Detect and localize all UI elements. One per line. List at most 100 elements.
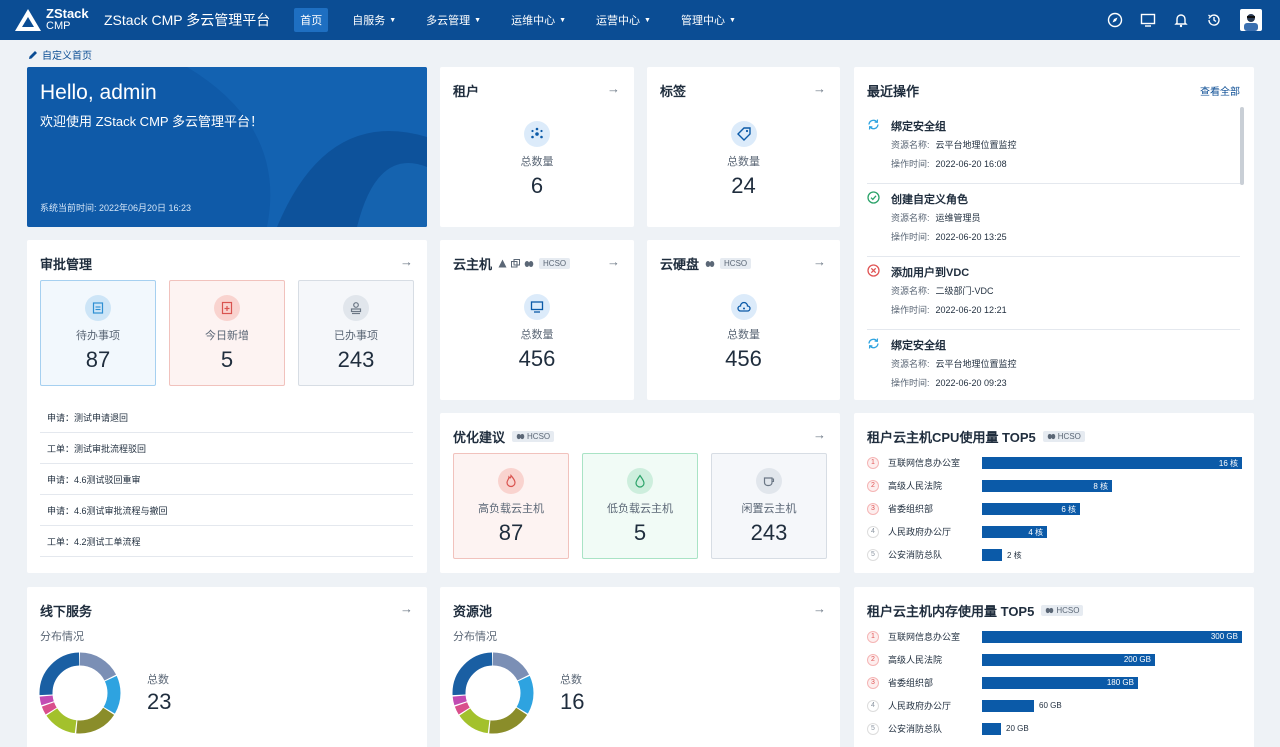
tenant-name: 省委组织部: [888, 504, 934, 514]
bar-track: 16 核: [982, 456, 1242, 469]
arrow-right-icon[interactable]: →: [607, 81, 620, 96]
check-circle-icon: [867, 191, 880, 204]
view-all-link[interactable]: 查看全部: [1200, 83, 1240, 98]
mem-top5-list: 1 互联网信息办公室 300 GB 2 高级人民法院 200 GB 3 省委组织部 180 GB…: [867, 625, 1242, 740]
nav-home[interactable]: 首页: [294, 8, 329, 32]
provider-badges: HCSO: [511, 431, 555, 442]
disk-card: 云硬盘 HCSO → 总数量 456: [647, 240, 840, 400]
box-today-new[interactable]: 今日新增 5: [169, 280, 285, 386]
huawei-icon: [1046, 607, 1054, 614]
box-done[interactable]: 已办事项 243: [298, 280, 414, 386]
cpu-top5-card: 租户云主机CPU使用量 TOP5 HCSO 1 互联网信息办公室 16 核 2 高级人民…: [854, 413, 1254, 573]
arrow-right-icon[interactable]: →: [400, 601, 413, 616]
drop-icon: [627, 468, 653, 494]
rank-badge: 5: [867, 548, 879, 561]
document-add-icon: [214, 295, 240, 321]
cpu-top5-list: 1 互联网信息办公室 16 核 2 高级人民法院 8 核 3 省委组织部 6 核 4 人民政府办公厅…: [867, 451, 1242, 566]
list-item[interactable]: 工单：测试审批流程驳回: [40, 433, 413, 464]
nav-ops-center[interactable]: 运维中心 ▼: [505, 8, 572, 32]
nav-multicloud[interactable]: 多云管理 ▼: [420, 8, 487, 32]
top5-row: 1 互联网信息办公室 16 核: [867, 451, 1242, 474]
stat-label: 总数量: [520, 329, 554, 341]
box-value: 5: [220, 347, 234, 372]
logo-line1: ZStack: [46, 6, 89, 21]
sync-icon: [867, 337, 880, 350]
top5-row: 4 人民政府办公厅 60 GB: [867, 694, 1242, 717]
recent-ops-list: 绑定安全组 资源名称: 云平台地理位置监控 操作时间: 2022-06-20 16:08…: [867, 111, 1240, 403]
scrollbar[interactable]: [1240, 107, 1244, 185]
app-title: ZStack CMP 多云管理平台: [104, 12, 271, 28]
box-value: 87: [498, 520, 524, 545]
recent-op-item[interactable]: 创建自定义角色 资源名称: 运维管理员 操作时间: 2022-06-20 13:25: [867, 184, 1240, 257]
tenant-name: 人民政府办公厅: [888, 701, 952, 711]
stat-value: 456: [518, 346, 556, 371]
box-pending[interactable]: 待办事项 87: [40, 280, 156, 386]
logo[interactable]: ZStack CMP: [14, 6, 100, 32]
box-high-load[interactable]: 高负载云主机 87: [453, 453, 569, 559]
recent-ops-card: 最近操作 查看全部 绑定安全组 资源名称: 云平台地理位置监控 操作时间: 2022-0…: [854, 67, 1254, 400]
arrow-right-icon[interactable]: →: [607, 254, 620, 269]
provider-badges: HCSO: [705, 258, 752, 269]
arrow-right-icon[interactable]: →: [813, 81, 826, 96]
box-idle[interactable]: 闲置云主机 243: [711, 453, 827, 559]
recent-op-item[interactable]: 添加用户到VDC 资源名称: 二级部门-VDC 操作时间: 2022-06-20 12:…: [867, 257, 1240, 330]
box-low-load[interactable]: 低负载云主机 5: [582, 453, 698, 559]
avatar[interactable]: [1240, 9, 1262, 31]
card-title: 租户云主机内存使用量 TOP5 HCSO: [867, 601, 1084, 620]
arrow-right-icon[interactable]: →: [400, 254, 413, 269]
tenant-name: 高级人民法院: [888, 481, 943, 491]
vm-card: 云主机 HCSO → 总数量 456: [440, 240, 634, 400]
stat-label: 总数量: [520, 156, 554, 168]
total-value: 16: [560, 689, 585, 714]
op-name: 绑定安全组: [891, 121, 946, 133]
card-title-text: 租户云主机CPU使用量 TOP5: [867, 430, 1036, 445]
hcso-badge: HCSO: [1042, 431, 1085, 442]
bell-icon[interactable]: [1172, 11, 1190, 29]
card-title: 云主机 HCSO: [453, 254, 571, 273]
card-title: 优化建议 HCSO: [453, 427, 555, 446]
welcome-banner: Hello, admin 欢迎使用 ZStack CMP 多云管理平台！ 系统当…: [27, 67, 427, 227]
tag-card: 标签 → 总数量 24: [647, 67, 840, 227]
hcso-badge: HCSO: [1041, 605, 1084, 616]
nav-operation-center[interactable]: 运营中心 ▼: [590, 8, 657, 32]
card-title: 云硬盘 HCSO: [660, 254, 752, 273]
recent-op-item[interactable]: 绑定安全组 资源名称: 云平台地理位置监控 操作时间: 2022-06-20 09:23: [867, 330, 1240, 403]
op-time: 操作时间: 2022-06-20 13:25: [891, 232, 1007, 242]
list-item[interactable]: 申请：4.6测试审批流程与撤回: [40, 495, 413, 526]
bar: [982, 722, 1001, 735]
clipboard-icon: [85, 295, 111, 321]
offline-service-card: 线下服务 → 分布情况 总数 23: [27, 587, 427, 747]
stat-value: 24: [731, 173, 756, 198]
mem-top5-card: 租户云主机内存使用量 TOP5 HCSO 1 互联网信息办公室 300 GB 2 高级人…: [854, 587, 1254, 747]
list-item[interactable]: 申请：4.6测试驳回重审: [40, 464, 413, 495]
bar-value: 300 GB: [1210, 631, 1238, 641]
hcso-badge: HCSO: [720, 258, 752, 269]
compass-icon[interactable]: [1106, 11, 1124, 29]
op-time: 操作时间: 2022-06-20 12:21: [891, 305, 1007, 315]
top5-row: 2 高级人民法院 200 GB: [867, 648, 1242, 671]
arrow-right-icon[interactable]: →: [813, 427, 826, 442]
card-title-text: 租户云主机内存使用量 TOP5: [867, 604, 1035, 619]
monitor-icon[interactable]: [1139, 11, 1157, 29]
tenant-name: 省委组织部: [888, 678, 934, 688]
monitor-icon: [524, 294, 550, 320]
logo-line2: CMP: [46, 20, 71, 32]
history-icon[interactable]: [1205, 11, 1223, 29]
edit-icon: [29, 50, 37, 59]
tag-icon: [730, 121, 757, 147]
arrow-right-icon[interactable]: →: [813, 254, 826, 269]
box-label: 高负载云主机: [478, 503, 544, 515]
bar-track: 20 GB: [982, 722, 1242, 735]
rank-badge: 3: [867, 502, 879, 515]
box-value: 243: [750, 520, 788, 545]
list-item[interactable]: 申请：测试申请退回: [40, 402, 413, 433]
stat-value: 456: [725, 346, 762, 371]
customize-home-link[interactable]: 自定义首页: [28, 47, 92, 62]
arrow-right-icon[interactable]: →: [813, 601, 826, 616]
list-item[interactable]: 工单：4.2测试工单流程: [40, 526, 413, 557]
nav-admin-center[interactable]: 管理中心 ▼: [675, 8, 742, 32]
nav-self-service[interactable]: 自服务 ▼: [346, 8, 402, 32]
recent-op-item[interactable]: 绑定安全组 资源名称: 云平台地理位置监控 操作时间: 2022-06-20 16:08: [867, 111, 1240, 184]
top5-row: 3 省委组织部 180 GB: [867, 671, 1242, 694]
card-title-text: 优化建议: [453, 430, 506, 445]
